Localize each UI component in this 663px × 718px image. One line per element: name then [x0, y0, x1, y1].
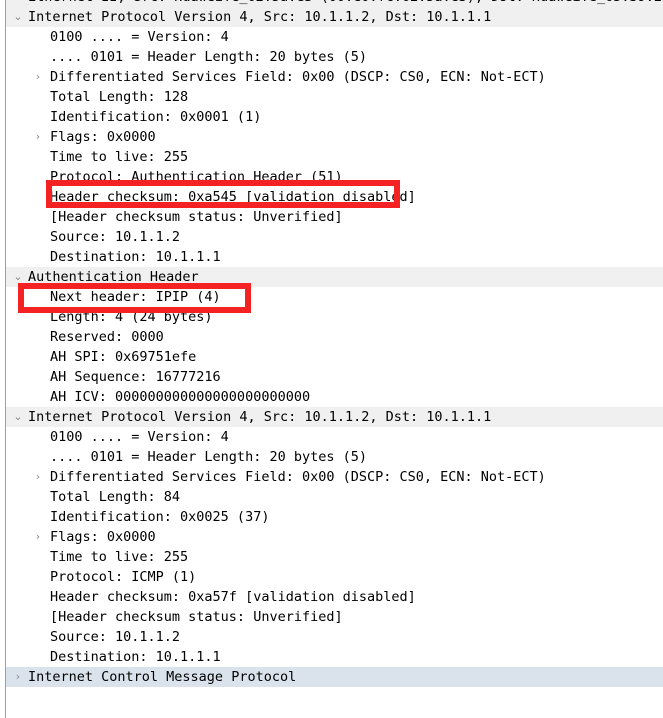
tree-row-destination-inner[interactable]: Destination: 10.1.1.1: [6, 647, 663, 667]
tree-row-version-inner[interactable]: 0100 .... = Version: 4: [6, 427, 663, 447]
tree-row-ttl-outer[interactable]: Time to live: 255: [6, 147, 663, 167]
chevron-right-icon[interactable]: ›: [31, 127, 45, 147]
tree-row-header-checksum-outer[interactable]: Header checksum: 0xa545 [validation disa…: [6, 187, 663, 207]
chevron-down-icon[interactable]: ⌄: [11, 7, 25, 27]
tree-row-flags-outer[interactable]: ›Flags: 0x0000: [6, 127, 663, 147]
tree-row-ethernet-ii[interactable]: ›Ethernet II, Src: HuaweiTe_62:5a:e3 (00…: [6, 0, 663, 7]
tree-row-authentication-header-label: Authentication Header: [28, 267, 199, 287]
tree-row-header-length-inner-label: .... 0101 = Header Length: 20 bytes (5): [50, 447, 367, 467]
tree-row-protocol-icmp[interactable]: Protocol: ICMP (1): [6, 567, 663, 587]
tree-row-header-checksum-status-inner[interactable]: [Header checksum status: Unverified]: [6, 607, 663, 627]
tree-row-ipv4-inner[interactable]: ⌄Internet Protocol Version 4, Src: 10.1.…: [6, 407, 663, 427]
tree-row-header-checksum-status-outer[interactable]: [Header checksum status: Unverified]: [6, 207, 663, 227]
tree-row-source-outer[interactable]: Source: 10.1.1.2: [6, 227, 663, 247]
tree-row-flags-outer-label: Flags: 0x0000: [50, 127, 156, 147]
tree-row-header-length-outer[interactable]: .... 0101 = Header Length: 20 bytes (5): [6, 47, 663, 67]
tree-row-header-checksum-status-inner-label: [Header checksum status: Unverified]: [50, 607, 343, 627]
tree-row-dsfield-inner[interactable]: ›Differentiated Services Field: 0x00 (DS…: [6, 467, 663, 487]
tree-row-dsfield-outer-label: Differentiated Services Field: 0x00 (DSC…: [50, 67, 546, 87]
tree-row-identification-inner[interactable]: Identification: 0x0025 (37): [6, 507, 663, 527]
tree-row-ah-sequence-label: AH Sequence: 16777216: [50, 367, 221, 387]
tree-row-destination-outer[interactable]: Destination: 10.1.1.1: [6, 247, 663, 267]
tree-row-header-length-outer-label: .... 0101 = Header Length: 20 bytes (5): [50, 47, 367, 67]
tree-row-protocol-ah-label: Protocol: Authentication Header (51): [50, 167, 343, 187]
tree-row-total-length-outer[interactable]: Total Length: 128: [6, 87, 663, 107]
tree-row-destination-outer-label: Destination: 10.1.1.1: [50, 247, 221, 267]
tree-row-source-outer-label: Source: 10.1.1.2: [50, 227, 180, 247]
tree-row-protocol-ah[interactable]: Protocol: Authentication Header (51): [6, 167, 663, 187]
tree-row-header-checksum-inner-label: Header checksum: 0xa57f [validation disa…: [50, 587, 416, 607]
tree-row-identification-outer[interactable]: Identification: 0x0001 (1): [6, 107, 663, 127]
tree-row-dsfield-outer[interactable]: ›Differentiated Services Field: 0x00 (DS…: [6, 67, 663, 87]
tree-row-version-inner-label: 0100 .... = Version: 4: [50, 427, 229, 447]
tree-row-flags-inner-label: Flags: 0x0000: [50, 527, 156, 547]
tree-row-source-inner-label: Source: 10.1.1.2: [50, 627, 180, 647]
tree-row-total-length-inner-label: Total Length: 84: [50, 487, 180, 507]
tree-row-source-inner[interactable]: Source: 10.1.1.2: [6, 627, 663, 647]
tree-row-identification-outer-label: Identification: 0x0001 (1): [50, 107, 261, 127]
tree-row-identification-inner-label: Identification: 0x0025 (37): [50, 507, 269, 527]
tree-row-ah-spi-label: AH SPI: 0x69751efe: [50, 347, 196, 367]
tree-row-ttl-inner-label: Time to live: 255: [50, 547, 188, 567]
tree-row-ah-sequence[interactable]: AH Sequence: 16777216: [6, 367, 663, 387]
tree-row-ah-length-label: Length: 4 (24 bytes): [50, 307, 213, 327]
tree-row-ah-reserved-label: Reserved: 0000: [50, 327, 164, 347]
tree-row-ah-length[interactable]: Length: 4 (24 bytes): [6, 307, 663, 327]
tree-row-authentication-header[interactable]: ⌄Authentication Header: [6, 267, 663, 287]
tree-row-ipv4-inner-label: Internet Protocol Version 4, Src: 10.1.1…: [28, 407, 491, 427]
tree-row-version-outer[interactable]: 0100 .... = Version: 4: [6, 27, 663, 47]
tree-row-ttl-inner[interactable]: Time to live: 255: [6, 547, 663, 567]
tree-row-ipv4-outer-label: Internet Protocol Version 4, Src: 10.1.1…: [28, 7, 491, 27]
tree-row-header-checksum-inner[interactable]: Header checksum: 0xa57f [validation disa…: [6, 587, 663, 607]
chevron-right-icon[interactable]: ›: [11, 0, 25, 7]
tree-row-total-length-inner[interactable]: Total Length: 84: [6, 487, 663, 507]
chevron-right-icon[interactable]: ›: [31, 67, 45, 87]
tree-row-ah-icv[interactable]: AH ICV: 000000000000000000000000: [6, 387, 663, 407]
packet-detail-tree[interactable]: ›Ethernet II, Src: HuaweiTe_62:5a:e3 (00…: [6, 0, 663, 687]
chevron-right-icon[interactable]: ›: [31, 467, 45, 487]
tree-row-ah-reserved[interactable]: Reserved: 0000: [6, 327, 663, 347]
tree-row-ah-next-header[interactable]: Next header: IPIP (4): [6, 287, 663, 307]
chevron-down-icon[interactable]: ⌄: [11, 267, 25, 287]
tree-row-ipv4-outer[interactable]: ⌄Internet Protocol Version 4, Src: 10.1.…: [6, 7, 663, 27]
tree-row-protocol-icmp-label: Protocol: ICMP (1): [50, 567, 196, 587]
tree-row-header-length-inner[interactable]: .... 0101 = Header Length: 20 bytes (5): [6, 447, 663, 467]
tree-row-version-outer-label: 0100 .... = Version: 4: [50, 27, 229, 47]
tree-row-header-checksum-outer-label: Header checksum: 0xa545 [validation disa…: [50, 187, 416, 207]
chevron-down-icon[interactable]: ⌄: [11, 407, 25, 427]
tree-row-ah-next-header-label: Next header: IPIP (4): [50, 287, 221, 307]
tree-row-flags-inner[interactable]: ›Flags: 0x0000: [6, 527, 663, 547]
chevron-right-icon[interactable]: ›: [11, 667, 25, 687]
tree-row-dsfield-inner-label: Differentiated Services Field: 0x00 (DSC…: [50, 467, 546, 487]
packet-detail-tree-viewport[interactable]: ›Ethernet II, Src: HuaweiTe_62:5a:e3 (00…: [6, 0, 663, 718]
tree-row-icmp[interactable]: ›Internet Control Message Protocol: [6, 667, 663, 687]
tree-row-total-length-outer-label: Total Length: 128: [50, 87, 188, 107]
packet-details-pane[interactable]: ›Ethernet II, Src: HuaweiTe_62:5a:e3 (00…: [0, 0, 663, 718]
tree-row-destination-inner-label: Destination: 10.1.1.1: [50, 647, 221, 667]
tree-row-ttl-outer-label: Time to live: 255: [50, 147, 188, 167]
chevron-right-icon[interactable]: ›: [31, 527, 45, 547]
tree-row-ethernet-ii-label: Ethernet II, Src: HuaweiTe_62:5a:e3 (00:…: [28, 0, 663, 7]
tree-row-ah-icv-label: AH ICV: 000000000000000000000000: [50, 387, 310, 407]
tree-row-icmp-label: Internet Control Message Protocol: [28, 667, 296, 687]
tree-row-ah-spi[interactable]: AH SPI: 0x69751efe: [6, 347, 663, 367]
tree-row-header-checksum-status-outer-label: [Header checksum status: Unverified]: [50, 207, 343, 227]
